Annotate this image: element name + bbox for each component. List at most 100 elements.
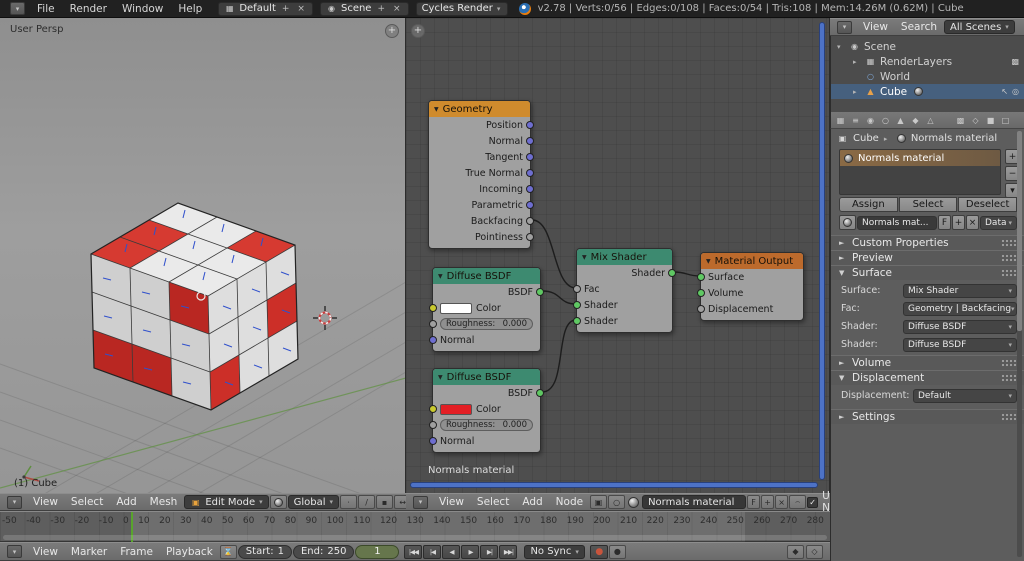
shader-type-object-icon[interactable]: ▣ <box>590 495 608 509</box>
viewport-menu-item[interactable]: Add <box>110 494 142 510</box>
viewport-menu-item[interactable]: View <box>27 494 64 510</box>
sync-mode-dropdown[interactable]: No Sync ▾ <box>524 544 585 559</box>
outliner-filter-selector[interactable]: All Scenes ▾ <box>944 20 1015 34</box>
panel-settings[interactable]: ► Settings <box>831 409 1024 424</box>
browse-material-button[interactable] <box>839 215 856 230</box>
outliner-item-cube[interactable]: ▸ ▲ Cube ↖ ◎ <box>831 84 1024 99</box>
face-select-icon[interactable]: ▪ <box>376 495 394 509</box>
material-action-button[interactable]: Deselect <box>958 197 1018 212</box>
start-frame-field[interactable]: Start: 1 <box>237 544 292 559</box>
render-engine-select[interactable]: Cycles Render ▾ <box>415 1 508 16</box>
input-socket[interactable] <box>429 304 437 312</box>
material-slot-row[interactable]: Normals material <box>840 150 1000 166</box>
timeline-menu-item[interactable]: Marker <box>65 543 113 560</box>
unlink-material-button[interactable]: × <box>775 495 789 509</box>
transport-button[interactable]: ▶ <box>461 544 480 559</box>
top-menu-item[interactable]: Render <box>63 0 114 17</box>
property-dropdown[interactable]: Diffuse BSDF ▾ <box>903 337 1017 352</box>
viewport-editor-type-icon[interactable]: ▾ <box>7 495 22 509</box>
properties-tab[interactable]: ○ <box>878 113 893 128</box>
roughness-slider[interactable]: Roughness: 0.000 <box>440 419 533 431</box>
material-datablock-name[interactable]: Normals mat... <box>857 215 937 230</box>
output-socket[interactable] <box>668 269 676 277</box>
outliner[interactable]: ▾ ◉ Scene ▸ ▦ RenderLayers ▩ ○ World ▸ ▲… <box>830 36 1024 112</box>
top-menu-item[interactable]: Help <box>171 0 209 17</box>
properties-tab[interactable]: ◆ <box>908 113 923 128</box>
input-socket[interactable] <box>697 289 705 297</box>
new-material-button[interactable]: + <box>761 495 775 509</box>
render-restrict-icon[interactable]: ◎ <box>1012 87 1019 96</box>
output-socket[interactable] <box>526 169 534 177</box>
new-material-button[interactable]: + <box>952 215 965 230</box>
transport-button[interactable]: ▶▶| <box>499 544 518 559</box>
end-frame-field[interactable]: End: 250 <box>292 544 355 559</box>
material-slot-list[interactable]: Normals material <box>839 149 1001 195</box>
panel-grip-icon[interactable] <box>1001 239 1017 247</box>
viewport-menu-item[interactable]: Select <box>65 494 109 510</box>
node-diffuse-bsdf-white[interactable]: ▼ Diffuse BSDF BSDF Color Roughness: 0.0… <box>429 267 544 352</box>
timeline-scrollbar[interactable] <box>3 535 827 540</box>
current-frame-field[interactable]: 1 <box>355 544 400 559</box>
input-socket[interactable] <box>697 305 705 313</box>
input-socket[interactable] <box>429 320 437 328</box>
output-socket[interactable] <box>526 137 534 145</box>
preview-range-icon[interactable]: ⌛ <box>219 544 237 559</box>
input-socket[interactable] <box>429 336 437 344</box>
output-socket[interactable] <box>526 201 534 209</box>
color-swatch[interactable] <box>440 302 472 314</box>
node-mix-shader[interactable]: ▼ Mix Shader Shader Fac Shader Shader <box>573 248 676 333</box>
input-socket[interactable] <box>697 273 705 281</box>
fake-user-button[interactable]: F <box>938 215 951 230</box>
expander-icon[interactable]: ▸ <box>853 58 861 66</box>
use-nodes-checkbox[interactable]: ✓ <box>807 496 819 508</box>
collapse-icon[interactable]: ▼ <box>706 258 711 265</box>
properties-tab[interactable]: ◇ <box>968 113 983 128</box>
properties-tab[interactable]: ◉ <box>863 113 878 128</box>
transport-button[interactable]: |◀◀ <box>404 544 423 559</box>
toolshelf-expand-icon[interactable]: + <box>385 24 399 38</box>
properties-scrollbar[interactable] <box>1017 131 1022 557</box>
collapse-icon[interactable]: ▼ <box>582 254 587 261</box>
add-layout-button[interactable]: + <box>280 4 292 14</box>
close-scene-button[interactable]: × <box>391 4 403 14</box>
edge-select-icon[interactable]: / <box>358 495 376 509</box>
viewport-menu-item[interactable]: Mesh <box>144 494 184 510</box>
timeline-menu-item[interactable]: Frame <box>114 543 159 560</box>
add-scene-button[interactable]: + <box>375 4 387 14</box>
node-editor-hscrollbar[interactable] <box>410 482 818 488</box>
node-menu-item[interactable]: Select <box>471 494 515 510</box>
scene-selector[interactable]: ◉ Scene + × <box>319 1 409 16</box>
color-swatch[interactable] <box>440 403 472 415</box>
layers-stack-icon[interactable]: ▩ <box>1011 57 1019 66</box>
timeline-menu-item[interactable]: Playback <box>160 543 219 560</box>
snap-icon[interactable]: ⌢ <box>789 495 807 509</box>
node-menu-item[interactable]: Add <box>516 494 548 510</box>
properties-tab[interactable]: ▲ <box>893 113 908 128</box>
viewport-shading-selector[interactable] <box>269 495 287 509</box>
transport-button[interactable]: ◀ <box>442 544 461 559</box>
fake-user-button[interactable]: F <box>747 495 761 509</box>
properties-tab[interactable]: ≡ <box>848 113 863 128</box>
mode-selector[interactable]: ▣ Edit Mode ▾ <box>184 495 269 509</box>
node-diffuse-bsdf-red[interactable]: ▼ Diffuse BSDF BSDF Color Roughness: 0.0… <box>429 368 544 453</box>
properties-tab[interactable]: ▦ <box>833 113 848 128</box>
input-socket[interactable] <box>429 437 437 445</box>
panel-collapse-icon[interactable]: ▼ <box>839 374 847 382</box>
collapse-icon[interactable]: ▼ <box>438 374 443 381</box>
input-socket[interactable] <box>429 421 437 429</box>
properties-tab[interactable] <box>938 113 953 128</box>
collapse-icon[interactable]: ▼ <box>438 273 443 280</box>
property-dropdown[interactable]: Default ▾ <box>913 388 1017 403</box>
top-menu-item[interactable]: File <box>30 0 62 17</box>
panel-collapse-icon[interactable]: ▼ <box>839 269 847 277</box>
panel-grip-icon[interactable] <box>1001 413 1017 421</box>
input-socket[interactable] <box>573 301 581 309</box>
panel-surface[interactable]: ▼ Surface <box>831 265 1024 280</box>
transport-button[interactable]: ▶| <box>480 544 499 559</box>
node-geometry[interactable]: ▼ Geometry Position Normal Tangent True … <box>428 100 534 249</box>
transport-button[interactable]: |◀ <box>423 544 442 559</box>
screen-layout-selector[interactable]: ▦ Default + × <box>218 1 313 16</box>
top-menu-item[interactable]: Window <box>115 0 170 17</box>
keyframe-insert-icon[interactable]: ◇ <box>806 544 823 559</box>
data-mode-dropdown[interactable]: Data ▾ <box>980 215 1017 230</box>
